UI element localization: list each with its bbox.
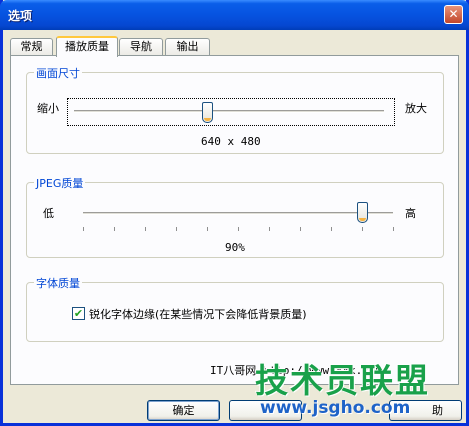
jpeg-quality-tick bbox=[83, 227, 84, 231]
window-title: 选项 bbox=[8, 9, 33, 23]
jpeg-quality-tick bbox=[269, 227, 270, 231]
close-button[interactable]: ✕ bbox=[444, 5, 463, 24]
tab-playback-quality[interactable]: 播放质量 bbox=[56, 36, 118, 57]
title-bar[interactable]: 选项 ✕ bbox=[0, 0, 469, 30]
check-icon: ✔ bbox=[73, 307, 84, 320]
jpeg-quality-slider-track[interactable] bbox=[83, 212, 393, 215]
picture-size-group-title: 画面尺寸 bbox=[34, 65, 82, 81]
picture-size-min-label: 缩小 bbox=[37, 102, 59, 115]
help-button-label: 助 bbox=[432, 404, 443, 417]
jpeg-quality-group: JPEG质量 低 高 90% bbox=[26, 175, 444, 258]
picture-size-slider-track[interactable] bbox=[74, 110, 384, 113]
sharpen-font-checkbox[interactable]: ✔ bbox=[72, 307, 85, 320]
tab-general[interactable]: 常规 bbox=[10, 38, 53, 55]
tab-panel-playback-quality: 画面尺寸 缩小 放大 640 x 480 JPEG质量 低 高 90% 字体质量… bbox=[10, 55, 459, 385]
picture-size-slider[interactable] bbox=[67, 98, 395, 126]
options-dialog: 选项 ✕ 常规 播放质量 导航 输出 画面尺寸 缩小 放大 640 x 480 … bbox=[0, 0, 469, 426]
jpeg-quality-tick bbox=[238, 227, 239, 231]
jpeg-quality-max-label: 高 bbox=[405, 207, 416, 220]
jpeg-quality-tick bbox=[207, 227, 208, 231]
jpeg-quality-group-title: JPEG质量 bbox=[34, 175, 86, 191]
tab-navigation[interactable]: 导航 bbox=[119, 38, 163, 55]
watermark-logo: 技术员联盟 bbox=[255, 361, 430, 400]
jpeg-quality-tick bbox=[114, 227, 115, 231]
jpeg-quality-tick bbox=[145, 227, 146, 231]
close-icon: ✕ bbox=[448, 7, 459, 21]
sharpen-font-label[interactable]: 锐化字体边缘(在某些情况下会降低背景质量) bbox=[89, 306, 307, 322]
jpeg-quality-tick bbox=[362, 227, 363, 231]
font-quality-group-title: 字体质量 bbox=[34, 275, 82, 291]
jpeg-quality-tick bbox=[393, 227, 394, 231]
jpeg-quality-tick bbox=[300, 227, 301, 231]
tab-output[interactable]: 输出 bbox=[165, 38, 210, 55]
jpeg-quality-tick bbox=[331, 227, 332, 231]
picture-size-value: 640 x 480 bbox=[201, 135, 261, 148]
jpeg-quality-tick bbox=[176, 227, 177, 231]
picture-size-group: 画面尺寸 缩小 放大 640 x 480 bbox=[26, 65, 444, 154]
jpeg-quality-value: 90% bbox=[225, 241, 245, 254]
ok-button[interactable]: 确定 bbox=[147, 400, 220, 421]
font-quality-group: 字体质量 ✔ 锐化字体边缘(在某些情况下会降低背景质量) bbox=[26, 275, 444, 342]
picture-size-max-label: 放大 bbox=[405, 102, 427, 115]
jpeg-quality-min-label: 低 bbox=[43, 207, 54, 220]
picture-size-slider-thumb[interactable] bbox=[202, 102, 214, 123]
jpeg-quality-slider-thumb[interactable] bbox=[357, 202, 368, 223]
watermark-url: www.jsgho.com bbox=[260, 398, 411, 418]
